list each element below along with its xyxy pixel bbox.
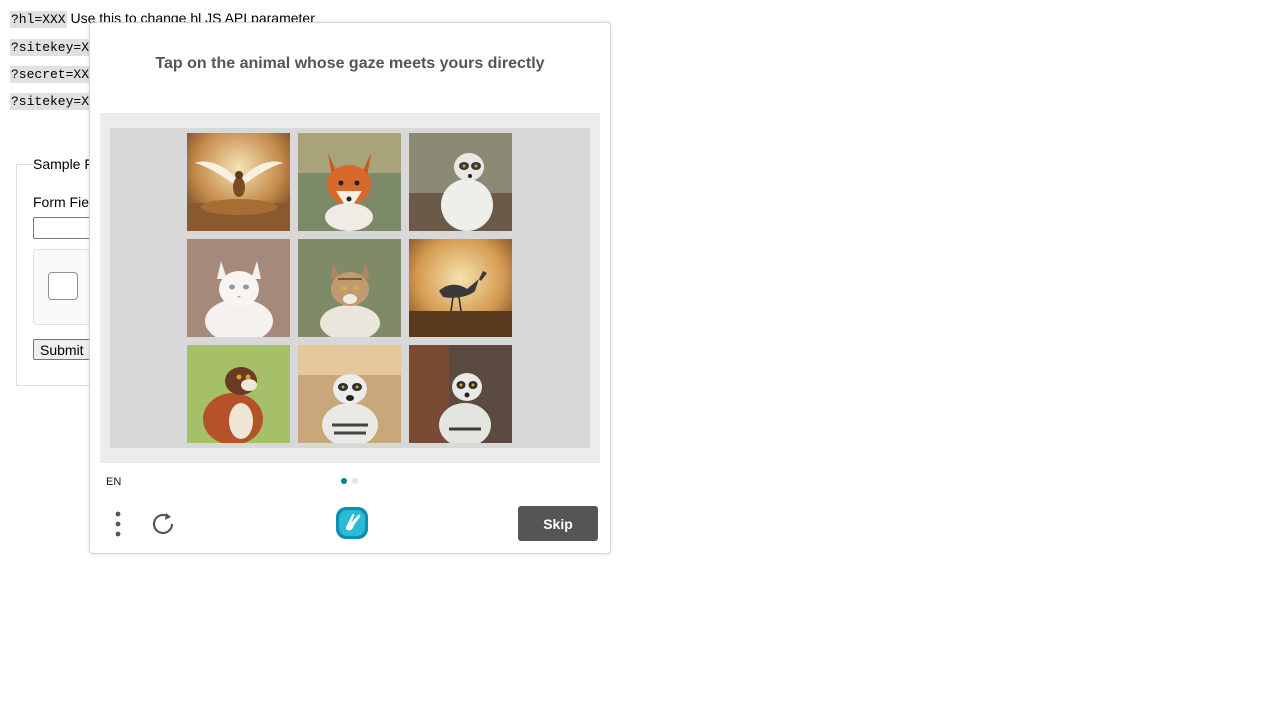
captcha-challenge-dialog: Tap on the animal whose gaze meets yours…: [89, 22, 611, 554]
bird-silhouette-image: [409, 239, 512, 337]
param-line-sitekey: ?sitekey=X: [10, 38, 91, 56]
more-options-icon[interactable]: [106, 509, 130, 539]
param-code: ?sitekey=X: [10, 93, 91, 110]
challenge-pagination: [341, 478, 358, 484]
language-selector[interactable]: EN: [106, 476, 121, 488]
fox-image: [298, 133, 401, 231]
challenge-tile-7[interactable]: [187, 345, 290, 443]
param-line-secret: ?secret=XX: [10, 65, 91, 83]
refresh-icon[interactable]: [148, 509, 178, 539]
red-lemur-image: [187, 345, 290, 443]
challenge-image-area: [100, 113, 600, 463]
challenge-tile-1[interactable]: [187, 133, 290, 231]
param-code: ?secret=XX: [10, 66, 91, 83]
param-code: ?hl=XXX: [10, 11, 67, 28]
tabby-cat-image: [298, 239, 401, 337]
bird-wings-spread-image: [187, 133, 290, 231]
lemur-image: [409, 133, 512, 231]
challenge-tile-3[interactable]: [409, 133, 512, 231]
challenge-tile-5[interactable]: [298, 239, 401, 337]
hcaptcha-logo-icon: [334, 505, 370, 541]
param-code: ?sitekey=X: [10, 39, 91, 56]
submit-button[interactable]: Submit: [33, 339, 91, 360]
page-dot-active: [341, 478, 347, 484]
white-cat-image: [187, 239, 290, 337]
param-line-sitekey-2: ?sitekey=X: [10, 92, 91, 110]
challenge-tile-2[interactable]: [298, 133, 401, 231]
challenge-prompt: Tap on the animal whose gaze meets yours…: [155, 55, 545, 72]
challenge-grid-background: [110, 128, 590, 448]
challenge-image-grid: [187, 133, 512, 443]
skip-button[interactable]: Skip: [518, 506, 598, 541]
lemur-image: [409, 345, 512, 443]
lemur-image: [298, 345, 401, 443]
challenge-tile-9[interactable]: [409, 345, 512, 443]
form-field-label: Form Fie: [33, 194, 89, 210]
challenge-tile-8[interactable]: [298, 345, 401, 443]
challenge-tile-4[interactable]: [187, 239, 290, 337]
page-dot: [352, 478, 358, 484]
captcha-checkbox[interactable]: [48, 272, 78, 300]
challenge-tile-6[interactable]: [409, 239, 512, 337]
form-legend: Sample F: [33, 156, 93, 172]
